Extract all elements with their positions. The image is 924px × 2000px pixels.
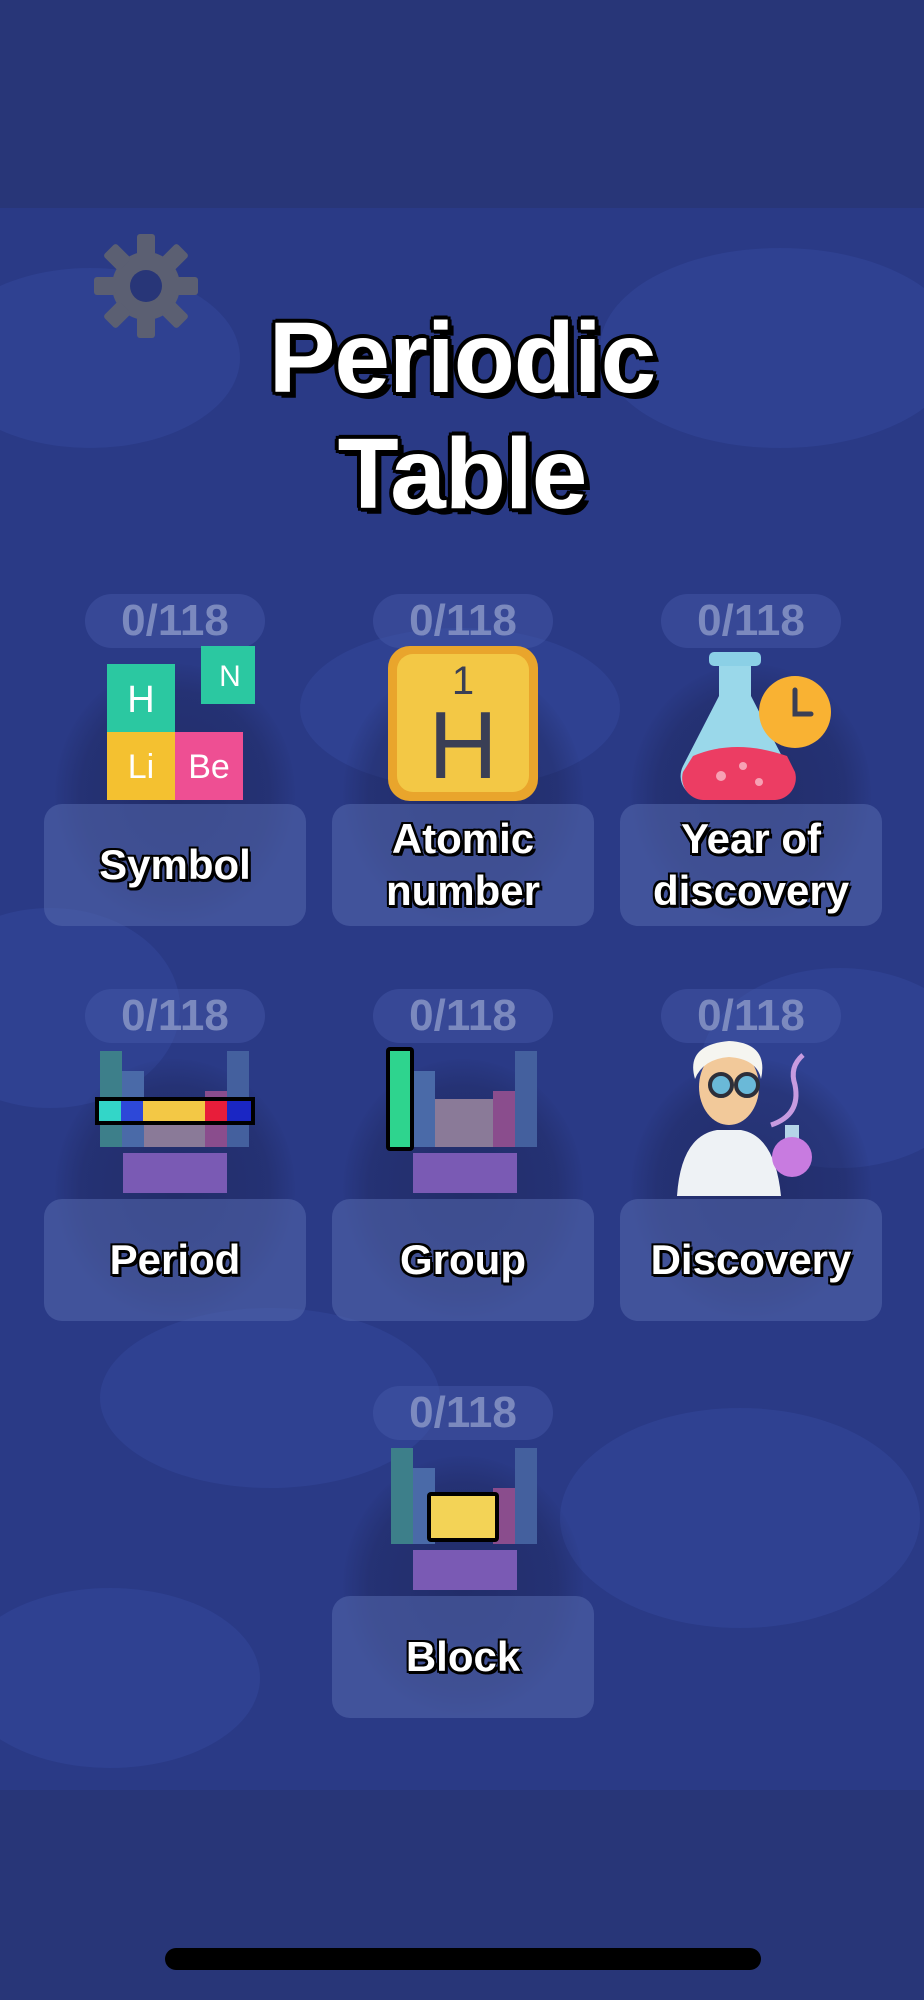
progress-badge: 0/118 — [373, 989, 553, 1043]
title-line-1: Periodic — [268, 302, 657, 414]
mode-label-box: Block — [332, 1596, 594, 1718]
title-line-2: Table — [337, 418, 588, 530]
mode-label: Block — [405, 1633, 521, 1680]
scientist-icon — [677, 1041, 812, 1196]
mode-label: Symbol — [99, 841, 251, 888]
mode-card-year-of-discovery[interactable]: 0/118 Year of discovery — [620, 594, 882, 934]
block-icon — [391, 1448, 537, 1590]
mode-label: Atomic number — [385, 815, 540, 914]
home-indicator[interactable] — [165, 1948, 761, 1970]
svg-text:Be: Be — [188, 748, 230, 786]
mode-card-atomic-number[interactable]: 0/118 1 H Atomic number — [332, 594, 594, 934]
mode-label: Period — [109, 1236, 241, 1283]
svg-text:Li: Li — [128, 748, 154, 786]
progress-badge: 0/118 — [373, 594, 553, 648]
svg-text:H: H — [127, 679, 154, 721]
page-title: Periodic Table — [0, 300, 924, 532]
mode-label-box: Year of discovery — [620, 804, 882, 926]
hydrogen-tile-icon: 1 H — [388, 646, 538, 801]
mode-label: Discovery — [650, 1236, 852, 1283]
mode-card-group[interactable]: 0/118 Group — [332, 989, 594, 1329]
progress-badge: 0/118 — [85, 594, 265, 648]
mode-label-box: Discovery — [620, 1199, 882, 1321]
flask-clock-icon — [680, 652, 831, 800]
svg-text:N: N — [219, 660, 241, 693]
element-tiles-icon: H N Li Be — [107, 646, 255, 800]
mode-label-box: Group — [332, 1199, 594, 1321]
progress-badge: 0/118 — [661, 989, 841, 1043]
mode-card-period[interactable]: 0/118 Period — [44, 989, 306, 1329]
progress-badge: 0/118 — [661, 594, 841, 648]
period-row-icon — [95, 1051, 255, 1193]
mode-label: Year of discovery — [652, 815, 850, 914]
mode-card-symbol[interactable]: 0/118 H N Li Be Symbol — [44, 594, 306, 934]
mode-label: Group — [400, 1236, 526, 1283]
mode-label-box: Symbol — [44, 804, 306, 926]
mode-card-block[interactable]: 0/118 Block — [332, 1386, 594, 1726]
mode-label-box: Atomic number — [332, 804, 594, 926]
svg-text:H: H — [428, 692, 497, 799]
group-column-icon — [386, 1047, 537, 1193]
mode-card-discovery[interactable]: 0/118 Discovery — [620, 989, 882, 1329]
progress-badge: 0/118 — [85, 989, 265, 1043]
mode-label-box: Period — [44, 1199, 306, 1321]
progress-badge: 0/118 — [373, 1386, 553, 1440]
